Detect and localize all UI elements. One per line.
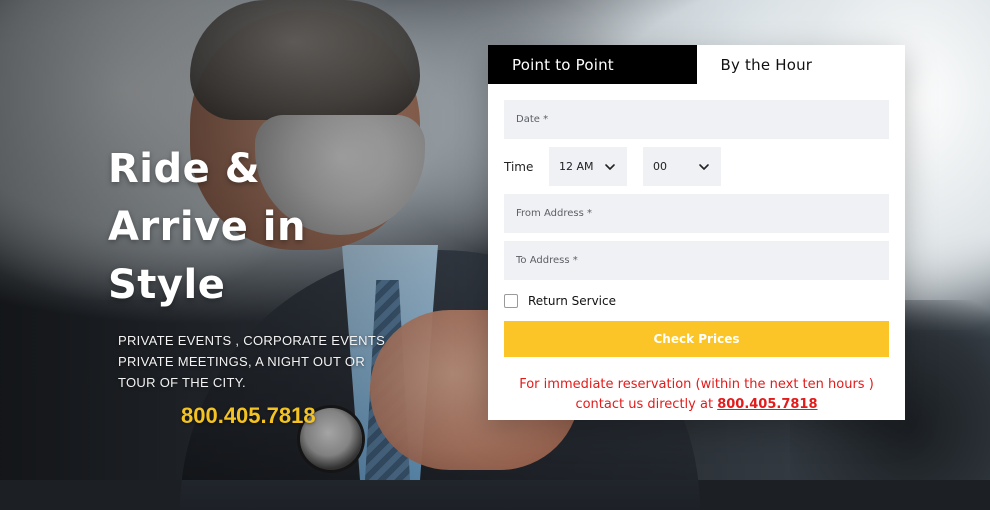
hour-select-value: 12 AM (559, 160, 594, 173)
notice-line-2-prefix: contact us directly at (575, 397, 714, 412)
minute-select-value: 00 (653, 160, 667, 173)
to-address-input[interactable] (514, 254, 889, 267)
hero-phone-number: 800.405.7818 (181, 403, 316, 428)
notice-line-1: For immediate reservation (within the ne… (519, 377, 874, 392)
hero-subtitle-line-2: PRIVATE MEETINGS, A NIGHT OUT OR (118, 354, 366, 369)
return-service-option[interactable]: Return Service (504, 291, 889, 311)
check-prices-button[interactable]: Check Prices (504, 321, 889, 357)
tab-by-the-hour[interactable]: By the Hour (696, 45, 905, 84)
date-input[interactable] (514, 113, 889, 126)
booking-card: Point to Point By the Hour Time 12 AM 00 (488, 45, 905, 420)
tab-point-to-point[interactable]: Point to Point (488, 45, 697, 84)
hero-subtitle-line-3: TOUR OF THE CITY. (118, 375, 246, 390)
return-service-checkbox[interactable] (504, 294, 518, 308)
notice-phone-link[interactable]: 800.405.7818 (717, 397, 817, 412)
from-address-field[interactable] (504, 194, 889, 233)
time-label: Time (504, 159, 534, 174)
chevron-down-icon (603, 160, 617, 174)
hero-headline-line-2: Arrive in (108, 204, 306, 250)
hero-headline: Ride & Arrive in Style (108, 140, 438, 314)
from-address-input[interactable] (514, 207, 889, 220)
booking-form: Time 12 AM 00 (488, 84, 905, 415)
hero-headline-line-1: Ride & (108, 146, 261, 192)
time-row: Time 12 AM 00 (504, 147, 889, 186)
chevron-down-icon (697, 160, 711, 174)
hero-subtitle: PRIVATE EVENTS , CORPORATE EVENTS PRIVAT… (118, 330, 428, 393)
hour-select[interactable]: 12 AM (549, 147, 627, 186)
return-service-label: Return Service (528, 294, 616, 308)
notice-line-2: contact us directly at 800.405.7818 (504, 395, 889, 415)
to-address-field[interactable] (504, 241, 889, 280)
minute-select[interactable]: 00 (643, 147, 721, 186)
hero-headline-line-3: Style (108, 262, 226, 308)
hero-section: Ride & Arrive in Style PRIVATE EVENTS , … (108, 140, 438, 428)
hero-subtitle-line-1: PRIVATE EVENTS , CORPORATE EVENTS (118, 333, 386, 348)
booking-tabs: Point to Point By the Hour (488, 45, 905, 84)
date-field[interactable] (504, 100, 889, 139)
immediate-reservation-notice: For immediate reservation (within the ne… (504, 375, 889, 415)
